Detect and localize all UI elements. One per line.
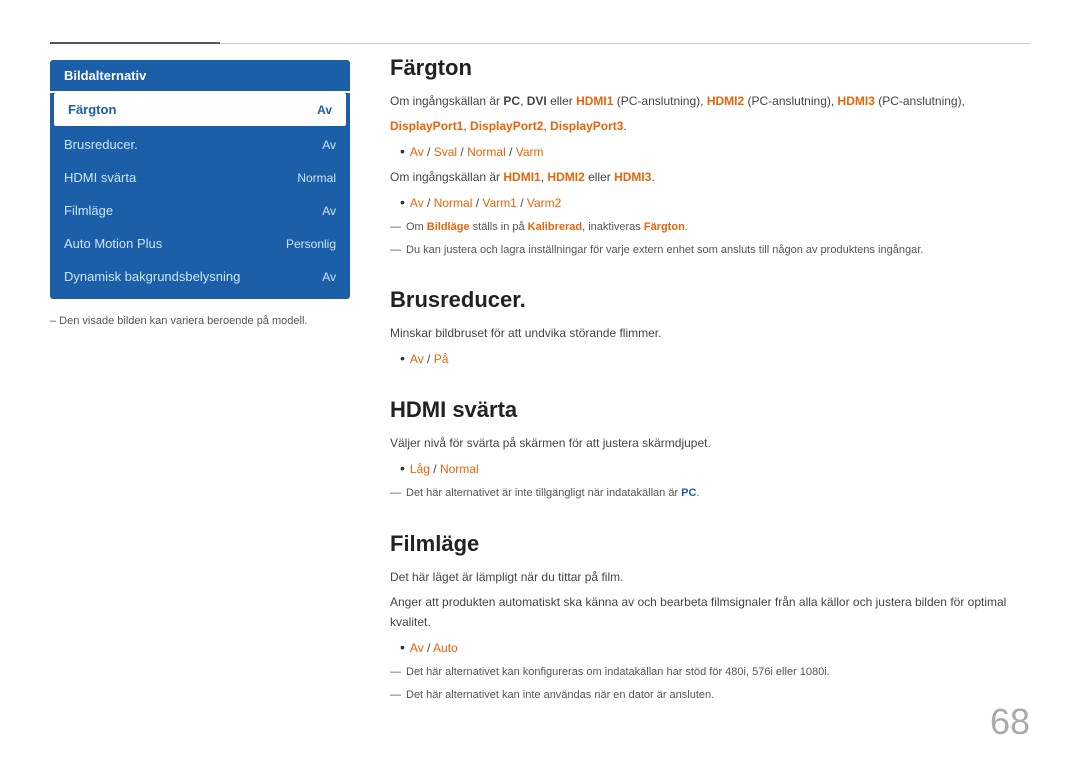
- sidebar-item-value: Av: [322, 138, 336, 152]
- bullet-item: Låg / Normal: [400, 459, 1030, 479]
- sidebar-title: Bildalternativ: [50, 60, 350, 91]
- sidebar-item[interactable]: Dynamisk bakgrundsbelysning Av: [50, 260, 350, 293]
- sidebar-item-label: Filmläge: [64, 203, 113, 218]
- section-title: Brusreducer.: [390, 287, 1030, 313]
- sidebar-items: Färgton Av Brusreducer. Av HDMI svärta Normal…: [50, 93, 350, 299]
- section-hdmi-svarta: HDMI svärta Väljer nivå för svärta på skä…: [390, 397, 1030, 502]
- sidebar-item[interactable]: Färgton Av: [54, 93, 346, 126]
- section-title: HDMI svärta: [390, 397, 1030, 423]
- paragraph: Minskar bildbruset för att undvika störa…: [390, 323, 1030, 343]
- top-line-light: [220, 43, 1030, 44]
- paragraph: Anger att produkten automatiskt ska känn…: [390, 592, 1030, 633]
- sidebar-item-value: Av: [322, 270, 336, 284]
- sidebar-item-value: Av: [322, 204, 336, 218]
- paragraph: Om ingångskällan är HDMI1, HDMI2 eller H…: [390, 167, 1030, 187]
- paragraph: DisplayPort1, DisplayPort2, DisplayPort3…: [390, 116, 1030, 136]
- note-line: Det här alternativet kan konfigureras om…: [390, 663, 1030, 682]
- note-line: Du kan justera och lagra inställningar f…: [390, 241, 1030, 260]
- paragraph: Det här läget är lämpligt när du tittar …: [390, 567, 1030, 587]
- bullet-item: Av / Normal / Varm1 / Varm2: [400, 193, 1030, 213]
- section-brusreducer: Brusreducer. Minskar bildbruset för att u…: [390, 287, 1030, 369]
- bullet-item: Av / Sval / Normal / Varm: [400, 142, 1030, 162]
- sidebar-item-label: Färgton: [68, 102, 116, 117]
- section-filmlage: Filmläge Det här läget är lämpligt när du…: [390, 531, 1030, 705]
- section-title: Färgton: [390, 55, 1030, 81]
- note-line: Det här alternativet kan inte användas n…: [390, 686, 1030, 705]
- sidebar-item-label: Auto Motion Plus: [64, 236, 162, 251]
- main-content: Färgton Om ingångskällan är PC, DVI eller…: [390, 55, 1030, 713]
- bullet-item: Av / På: [400, 349, 1030, 369]
- note-line: Det här alternativet är inte tillgänglig…: [390, 484, 1030, 503]
- sidebar-item-value: Personlig: [286, 237, 336, 251]
- sidebar-item-label: Brusreducer.: [64, 137, 138, 152]
- section-title: Filmläge: [390, 531, 1030, 557]
- sidebar-item[interactable]: Filmläge Av: [50, 194, 350, 227]
- sidebar-item-label: Dynamisk bakgrundsbelysning: [64, 269, 240, 284]
- paragraph: Väljer nivå för svärta på skärmen för at…: [390, 433, 1030, 453]
- section-fargton: Färgton Om ingångskällan är PC, DVI eller…: [390, 55, 1030, 259]
- sidebar-item[interactable]: Auto Motion Plus Personlig: [50, 227, 350, 260]
- top-line-dark: [50, 42, 220, 44]
- sidebar-item[interactable]: HDMI svärta Normal: [50, 161, 350, 194]
- note-line: Om Bildläge ställs in på Kalibrerad, ina…: [390, 218, 1030, 237]
- bullet-item: Av / Auto: [400, 638, 1030, 658]
- paragraph: Om ingångskällan är PC, DVI eller HDMI1 …: [390, 91, 1030, 111]
- sidebar-note: – Den visade bilden kan variera beroende…: [50, 315, 350, 327]
- sidebar: Bildalternativ Färgton Av Brusreducer. Av HD…: [50, 60, 350, 327]
- sidebar-item-value: Av: [317, 103, 332, 117]
- sidebar-item-label: HDMI svärta: [64, 170, 136, 185]
- sidebar-item[interactable]: Brusreducer. Av: [50, 128, 350, 161]
- sidebar-item-value: Normal: [297, 171, 336, 185]
- page-number: 68: [990, 701, 1030, 743]
- top-line: [50, 42, 1030, 44]
